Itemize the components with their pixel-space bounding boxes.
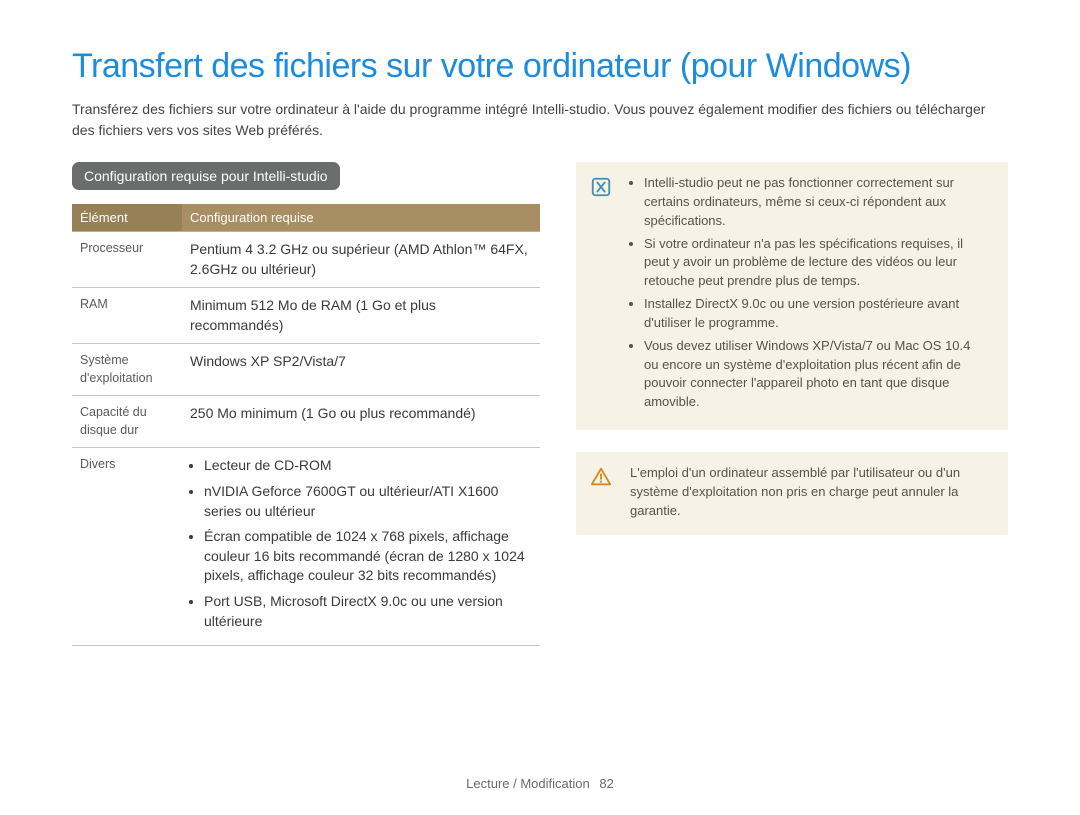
req-value: Minimum 512 Mo de RAM (1 Go et plus reco… [182,288,540,344]
footer-page-number: 82 [599,776,613,791]
page-footer: Lecture / Modification 82 [0,776,1080,791]
req-other-item: Port USB, Microsoft DirectX 9.0c ou une … [204,592,532,631]
info-note-item: Intelli-studio peut ne pas fonctionner c… [644,174,988,231]
warning-note: L'emploi d'un ordinateur assemblé par l'… [576,452,1008,535]
req-key: RAM [72,288,182,344]
req-value: Lecteur de CD-ROM nVIDIA Geforce 7600GT … [182,448,540,646]
table-header-element: Élément [72,204,182,232]
page-title: Transfert des fichiers sur votre ordinat… [72,48,1008,85]
req-other-item: nVIDIA Geforce 7600GT ou ultérieur/ATI X… [204,482,532,521]
table-row: Processeur Pentium 4 3.2 GHz ou supérieu… [72,231,540,287]
req-value: Pentium 4 3.2 GHz ou supérieur (AMD Athl… [182,231,540,287]
table-row: Divers Lecteur de CD-ROM nVIDIA Geforce … [72,448,540,646]
req-value: Windows XP SP2/Vista/7 [182,344,540,396]
warning-icon [590,466,612,488]
info-note-item: Si votre ordinateur n'a pas les spécific… [644,235,988,292]
req-value: 250 Mo minimum (1 Go ou plus recommandé) [182,396,540,448]
req-key: Capacité du disque dur [72,396,182,448]
table-header-config: Configuration requise [182,204,540,232]
info-note-item: Vous devez utiliser Windows XP/Vista/7 o… [644,337,988,412]
footer-section: Lecture / Modification [466,776,590,791]
req-key: Système d'exploitation [72,344,182,396]
intro-text: Transférez des fichiers sur votre ordina… [72,99,1008,140]
info-icon [590,176,612,198]
section-heading: Configuration requise pour Intelli-studi… [72,162,340,190]
table-row: RAM Minimum 512 Mo de RAM (1 Go et plus … [72,288,540,344]
info-note-item: Installez DirectX 9.0c ou une version po… [644,295,988,333]
req-key: Processeur [72,231,182,287]
req-other-item: Écran compatible de 1024 x 768 pixels, a… [204,527,532,586]
req-other-item: Lecteur de CD-ROM [204,456,532,476]
table-row: Capacité du disque dur 250 Mo minimum (1… [72,396,540,448]
info-note: Intelli-studio peut ne pas fonctionner c… [576,162,1008,430]
requirements-table: Élément Configuration requise Processeur… [72,204,540,646]
table-row: Système d'exploitation Windows XP SP2/Vi… [72,344,540,396]
req-key: Divers [72,448,182,646]
warning-text: L'emploi d'un ordinateur assemblé par l'… [630,464,988,521]
